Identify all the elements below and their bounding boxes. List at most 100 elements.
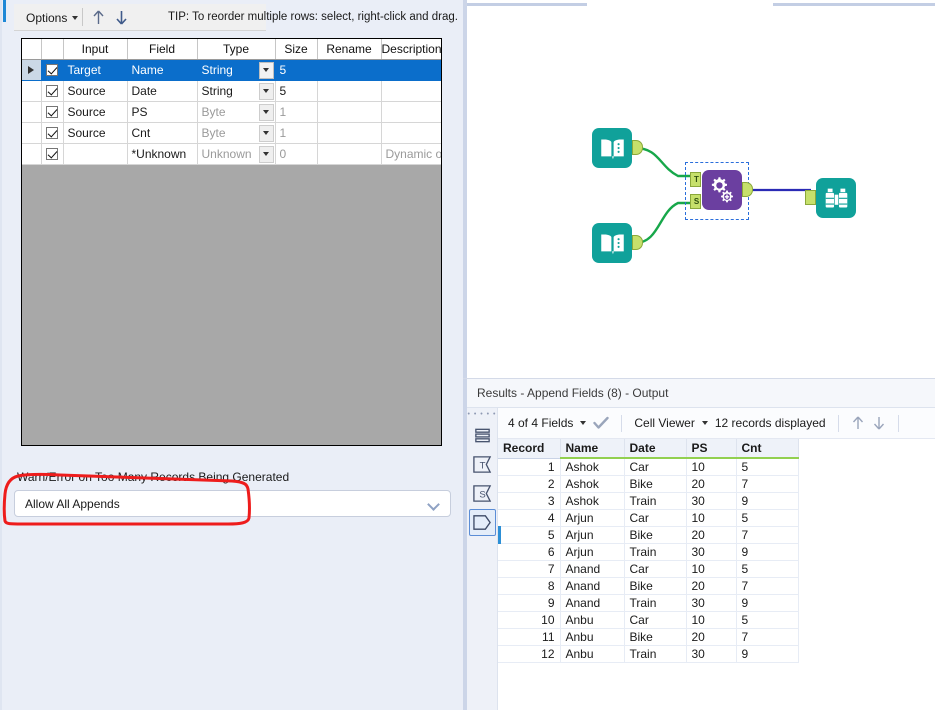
row-checkbox[interactable]	[46, 64, 58, 77]
cell-size[interactable]: 5	[275, 80, 318, 102]
data-cell[interactable]: 30	[686, 594, 737, 612]
cell-rename[interactable]	[317, 80, 382, 102]
cell-type-dropdown[interactable]: Unknown	[197, 143, 276, 165]
data-cell[interactable]: Anand	[560, 560, 625, 578]
data-cell[interactable]: 10	[686, 458, 737, 476]
data-cell[interactable]: Anbu	[560, 628, 625, 646]
data-cell[interactable]: 9	[736, 645, 799, 663]
table-row[interactable]: 8 Anand Bike 20 7	[498, 577, 799, 595]
data-cell[interactable]: Anand	[560, 577, 625, 595]
results-header-record[interactable]: Record	[498, 439, 561, 459]
field-grid-row[interactable]: Target Name String 5	[22, 59, 441, 81]
data-cell[interactable]: Anbu	[560, 645, 625, 663]
table-row[interactable]: 10 Anbu Car 10 5	[498, 611, 799, 629]
table-row[interactable]: 5 Arjun Bike 20 7	[498, 526, 799, 544]
field-grid-row[interactable]: *UnknownUnknown 0 Dynamic or...	[22, 143, 441, 165]
type-dropdown-button[interactable]	[258, 145, 274, 163]
cell-description[interactable]	[381, 59, 441, 81]
data-cell[interactable]: Ashok	[560, 475, 625, 493]
cell-rename[interactable]	[317, 143, 382, 165]
cell-rename[interactable]	[317, 101, 382, 123]
row-checkbox-cell[interactable]	[41, 101, 64, 123]
results-header-date[interactable]: Date	[624, 439, 687, 459]
type-dropdown-button[interactable]	[258, 124, 274, 142]
row-indicator-cell[interactable]	[22, 59, 42, 81]
move-row-up-button[interactable]	[88, 7, 109, 28]
record-number-cell[interactable]: 10	[498, 611, 561, 629]
data-cell[interactable]: 10	[686, 509, 737, 527]
data-cell[interactable]: 20	[686, 475, 737, 493]
table-row[interactable]: 3 Ashok Train 30 9	[498, 492, 799, 510]
cell-field[interactable]: *Unknown	[127, 143, 198, 165]
cell-size[interactable]: 1	[275, 101, 318, 123]
input-node-body[interactable]	[592, 128, 632, 168]
table-row[interactable]: 2 Ashok Bike 20 7	[498, 475, 799, 493]
input-data-node-top[interactable]	[592, 128, 643, 168]
cell-rename[interactable]	[317, 122, 382, 144]
data-cell[interactable]: 9	[736, 543, 799, 561]
data-cell[interactable]: 7	[736, 628, 799, 646]
row-indicator-cell[interactable]	[22, 101, 42, 123]
cell-description[interactable]	[381, 122, 441, 144]
cell-rename[interactable]	[317, 59, 382, 81]
viewer-selector-label[interactable]: Cell Viewer	[634, 416, 694, 430]
row-checkbox[interactable]	[46, 148, 58, 161]
cell-input[interactable]: Source	[63, 101, 128, 123]
results-header-cnt[interactable]: Cnt	[736, 439, 799, 459]
cell-type-dropdown[interactable]: Byte	[197, 101, 276, 123]
data-cell[interactable]: Arjun	[560, 526, 625, 544]
record-number-cell[interactable]: 6	[498, 543, 561, 561]
cell-input[interactable]: Target	[63, 59, 128, 81]
data-cell[interactable]: 10	[686, 611, 737, 629]
append-fields-node[interactable]: T S	[690, 170, 753, 210]
cell-field[interactable]: Date	[127, 80, 198, 102]
cell-type-dropdown[interactable]: Byte	[197, 122, 276, 144]
table-row[interactable]: 7 Anand Car 10 5	[498, 560, 799, 578]
data-cell[interactable]: Car	[624, 611, 687, 629]
header-type[interactable]: Type	[197, 39, 276, 60]
sigma-s-input-icon[interactable]: S	[469, 480, 496, 507]
data-cell[interactable]: 5	[736, 458, 799, 476]
cell-input[interactable]: Source	[63, 122, 128, 144]
browse-node[interactable]	[805, 178, 856, 218]
field-configuration-grid[interactable]: Input Field Type Size Rename Description…	[21, 38, 442, 446]
cell-field[interactable]: Name	[127, 59, 198, 81]
record-number-cell[interactable]: 7	[498, 560, 561, 578]
data-cell[interactable]: Bike	[624, 526, 687, 544]
append-node-body[interactable]	[702, 170, 742, 210]
grip-handle-icon[interactable]: • • • • •	[467, 411, 497, 420]
type-dropdown-button[interactable]	[258, 103, 274, 121]
cell-field[interactable]: Cnt	[127, 122, 198, 144]
record-number-cell[interactable]: 1	[498, 458, 561, 476]
record-number-cell[interactable]: 3	[498, 492, 561, 510]
data-cell[interactable]: 20	[686, 526, 737, 544]
table-row[interactable]: 11 Anbu Bike 20 7	[498, 628, 799, 646]
field-grid-row[interactable]: Source Cnt Byte 1	[22, 122, 441, 144]
output-hexagon-icon[interactable]	[468, 509, 496, 536]
data-cell[interactable]: 7	[736, 526, 799, 544]
records-list-icon[interactable]	[469, 422, 496, 449]
browse-input-anchor[interactable]	[805, 190, 816, 205]
field-grid-row[interactable]: Source Date String 5	[22, 80, 441, 102]
data-cell[interactable]: Ashok	[560, 458, 625, 476]
data-cell[interactable]: Bike	[624, 475, 687, 493]
cell-description[interactable]	[381, 101, 441, 123]
input-node-body[interactable]	[592, 223, 632, 263]
row-indicator-cell[interactable]	[22, 80, 42, 102]
chevron-down-icon[interactable]	[580, 421, 587, 425]
cell-size[interactable]: 1	[275, 122, 318, 144]
data-cell[interactable]: Bike	[624, 628, 687, 646]
row-checkbox[interactable]	[46, 127, 58, 140]
data-cell[interactable]: Car	[624, 509, 687, 527]
record-number-cell[interactable]: 11	[498, 628, 561, 646]
table-row[interactable]: 12 Anbu Train 30 9	[498, 645, 799, 663]
table-row[interactable]: 6 Arjun Train 30 9	[498, 543, 799, 561]
data-cell[interactable]: 20	[686, 628, 737, 646]
arrow-down-icon[interactable]	[872, 415, 886, 431]
field-grid-row[interactable]: Source PS Byte 1	[22, 101, 441, 123]
arrow-up-icon[interactable]	[851, 415, 865, 431]
data-cell[interactable]: 9	[736, 492, 799, 510]
record-number-cell[interactable]: 9	[498, 594, 561, 612]
cell-input[interactable]	[63, 143, 128, 165]
data-cell[interactable]: Bike	[624, 577, 687, 595]
